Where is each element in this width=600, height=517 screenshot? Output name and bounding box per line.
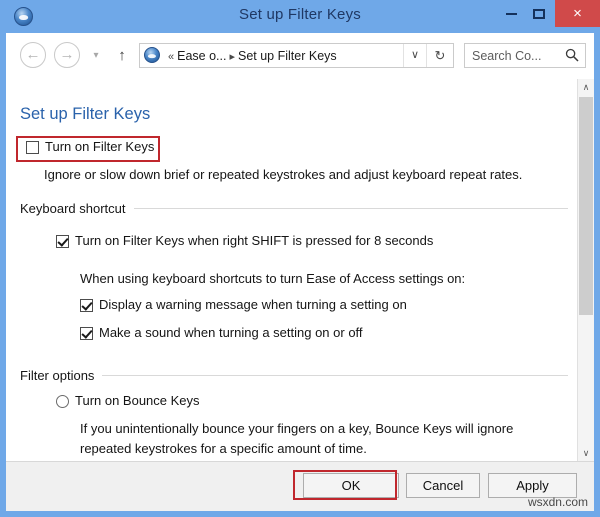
address-dropdown-icon[interactable]: ∨ [403, 44, 426, 67]
watermark: wsxdn.com [527, 495, 588, 509]
breadcrumb: «Ease o... ▸ Set up Filter Keys [165, 47, 337, 66]
bounce-keys-radio[interactable] [56, 395, 69, 408]
warning-message-checkbox-row[interactable]: Display a warning message when turning a… [80, 297, 407, 312]
breadcrumb-overflow[interactable]: « [165, 51, 177, 63]
vertical-scrollbar[interactable]: ∧ ∨ [577, 79, 594, 461]
turn-on-filter-keys-label: Turn on Filter Keys [45, 139, 155, 154]
shortcut-checkbox[interactable] [56, 235, 69, 248]
address-bar[interactable]: «Ease o... ▸ Set up Filter Keys ∨ ↻ [139, 43, 454, 68]
bounce-keys-description-line-2: repeated keystrokes for a specific amoun… [80, 441, 367, 456]
filter-options-group-label: Filter options [20, 368, 95, 383]
bounce-keys-description-line-1: If you unintentionally bounce your finge… [80, 421, 514, 436]
refresh-icon[interactable]: ↻ [426, 44, 453, 67]
close-button[interactable]: × [555, 0, 600, 27]
title-bar: Set up Filter Keys × [0, 0, 600, 33]
up-button[interactable]: ↑ [112, 45, 132, 67]
dialog-footer: OK Cancel Apply wsxdn.com [6, 462, 594, 511]
make-sound-checkbox[interactable] [80, 327, 93, 340]
address-bar-icon [144, 47, 160, 63]
filter-keys-description: Ignore or slow down brief or repeated ke… [44, 167, 523, 182]
search-icon [565, 48, 579, 62]
forward-button[interactable]: → [54, 42, 80, 68]
search-input[interactable]: Search Co... [472, 47, 541, 65]
navigation-bar: ← → ▾ ↑ «Ease o... ▸ Set up Filter Keys ∨ … [6, 33, 594, 79]
keyboard-shortcut-group: Keyboard shortcut [20, 201, 568, 216]
warning-message-label: Display a warning message when turning a… [99, 297, 407, 312]
turn-on-filter-keys-checkbox[interactable] [26, 141, 39, 154]
search-box[interactable]: Search Co... [464, 43, 586, 68]
breadcrumb-separator-icon[interactable]: ▸ [226, 51, 238, 63]
keyboard-shortcut-group-label: Keyboard shortcut [20, 201, 126, 216]
warning-message-checkbox[interactable] [80, 299, 93, 312]
group-divider [102, 375, 568, 376]
back-button[interactable]: ← [20, 42, 46, 68]
group-divider [133, 208, 568, 209]
breadcrumb-item-parent[interactable]: Ease o... [177, 49, 226, 63]
page-title: Set up Filter Keys [20, 105, 151, 123]
minimize-icon [505, 12, 517, 15]
ok-button[interactable]: OK [303, 473, 399, 498]
make-sound-label: Make a sound when turning a setting on o… [99, 325, 363, 340]
maximize-icon [533, 8, 545, 19]
scroll-down-icon[interactable]: ∨ [578, 445, 594, 461]
filter-options-group: Filter options [20, 368, 568, 383]
shortcut-checkbox-row[interactable]: Turn on Filter Keys when right SHIFT is … [56, 233, 433, 248]
bounce-keys-label: Turn on Bounce Keys [75, 393, 200, 408]
recent-locations-icon[interactable]: ▾ [88, 48, 104, 64]
content-pane: Set up Filter Keys Turn on Filter Keys I… [6, 79, 594, 462]
scrollbar-thumb[interactable] [579, 97, 593, 315]
bounce-keys-radio-row[interactable]: Turn on Bounce Keys [56, 393, 200, 408]
make-sound-checkbox-row[interactable]: Make a sound when turning a setting on o… [80, 325, 363, 340]
scroll-up-icon[interactable]: ∧ [578, 79, 594, 96]
maximize-button[interactable] [523, 0, 555, 26]
breadcrumb-item-current[interactable]: Set up Filter Keys [238, 49, 337, 63]
cancel-button[interactable]: Cancel [406, 473, 480, 498]
filter-keys-window: Set up Filter Keys × ← → ▾ ↑ «Ease o... ▸… [0, 0, 600, 517]
shortcut-label: Turn on Filter Keys when right SHIFT is … [75, 233, 434, 248]
turn-on-filter-keys-checkbox-row[interactable]: Turn on Filter Keys [26, 139, 154, 154]
shortcut-sub-note: When using keyboard shortcuts to turn Ea… [80, 271, 466, 286]
